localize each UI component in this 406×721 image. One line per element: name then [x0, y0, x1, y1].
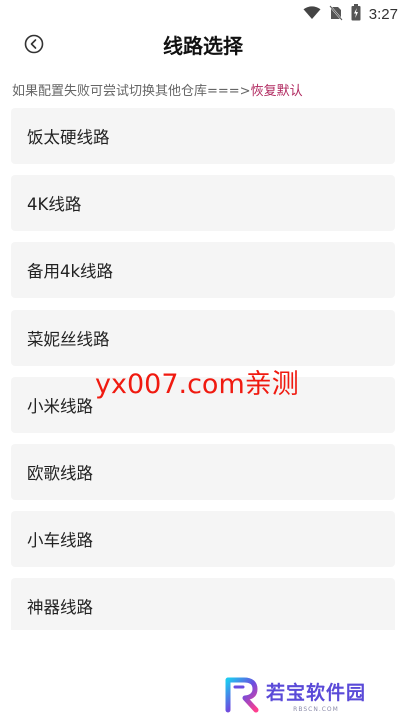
hint-row: 如果配置失败可尝试切换其他仓库===>恢复默认	[12, 80, 303, 99]
status-time: 3:27	[368, 6, 398, 23]
route-item[interactable]: 4K线路	[11, 175, 395, 232]
restore-default-link[interactable]: 恢复默认	[251, 84, 303, 99]
status-icons: 3:27	[303, 4, 398, 25]
route-item[interactable]: 备用4k线路	[11, 242, 395, 299]
route-item[interactable]: 小车线路	[11, 511, 395, 568]
watermark-text: yx007.com亲测	[95, 369, 299, 400]
route-item[interactable]: 神器线路	[11, 578, 395, 630]
status-bar: 3:27	[0, 0, 406, 28]
no-sim-icon	[329, 4, 343, 25]
logo-mark-icon	[222, 676, 262, 714]
page-title: 线路选择	[163, 34, 243, 58]
battery-icon	[351, 4, 361, 25]
site-logo: 若宝软件园 RBSCN.COM	[222, 676, 366, 714]
hint-text: 如果配置失败可尝试切换其他仓库===>	[12, 84, 251, 99]
route-item[interactable]: 菜妮丝线路	[11, 309, 395, 366]
route-item[interactable]: 欧歌线路	[11, 443, 395, 500]
wifi-icon	[303, 5, 321, 24]
header: 线路选择	[0, 28, 406, 74]
route-item[interactable]: 饭太硬线路	[11, 108, 395, 164]
logo-text: 若宝软件园 RBSCN.COM	[266, 678, 366, 713]
logo-domain: RBSCN.COM	[293, 705, 339, 713]
logo-name: 若宝软件园	[266, 681, 367, 704]
